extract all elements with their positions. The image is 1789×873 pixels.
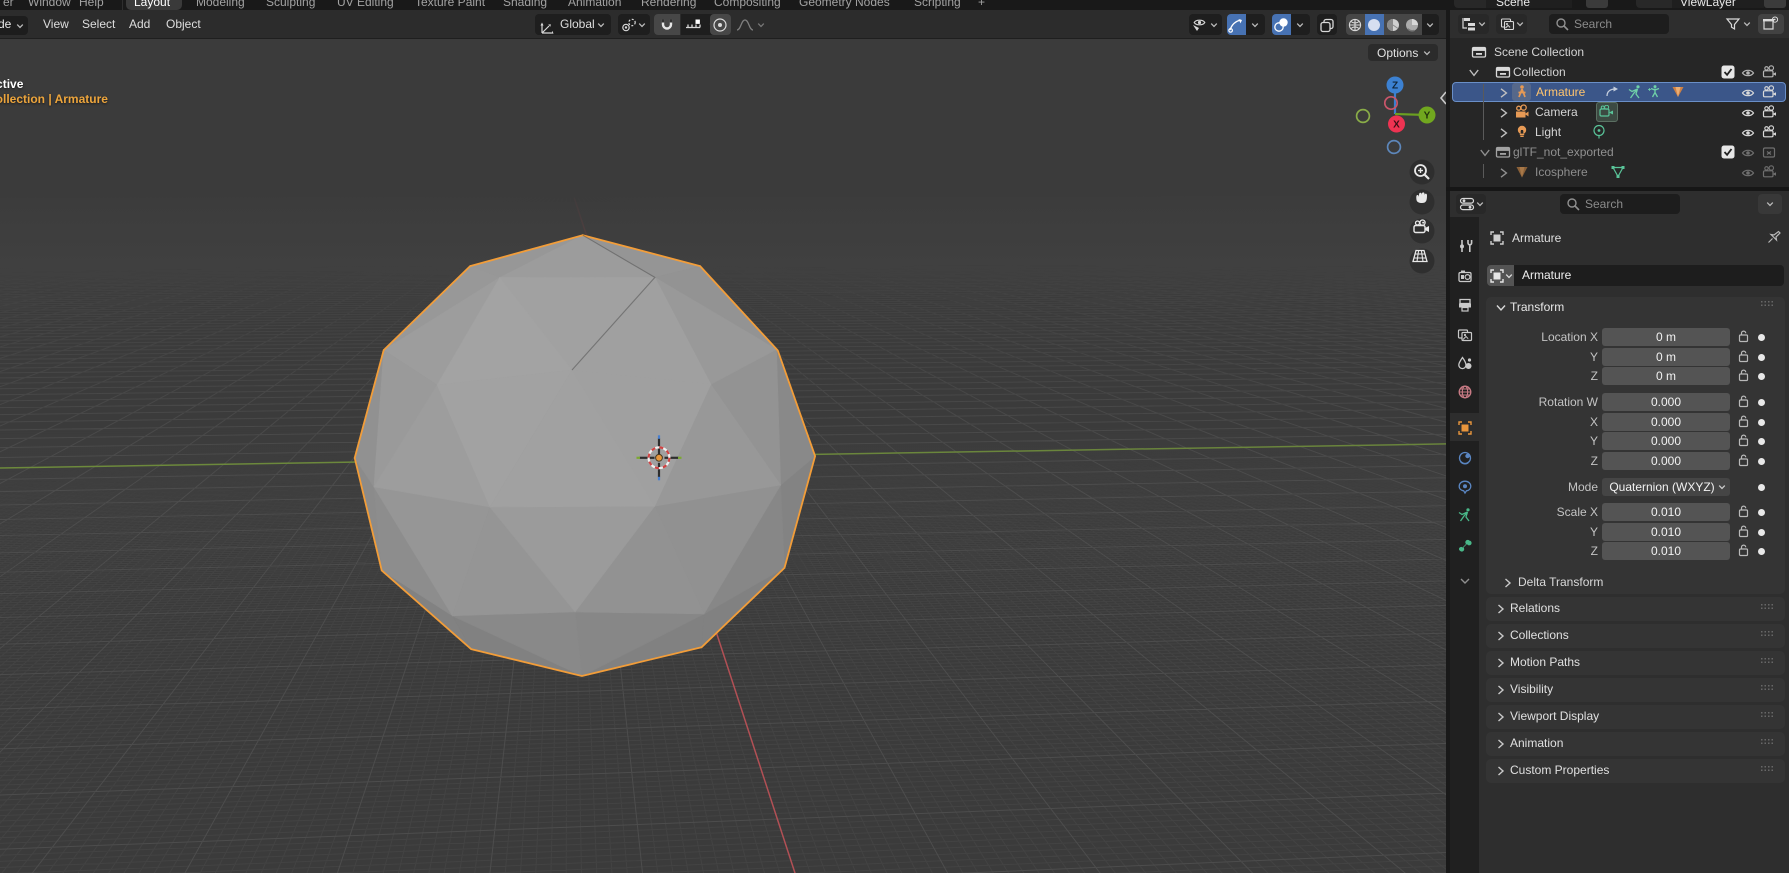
svg-text:X: X [1393, 120, 1400, 131]
svg-text:Y: Y [1424, 111, 1431, 122]
svg-text:Z: Z [1392, 81, 1398, 92]
